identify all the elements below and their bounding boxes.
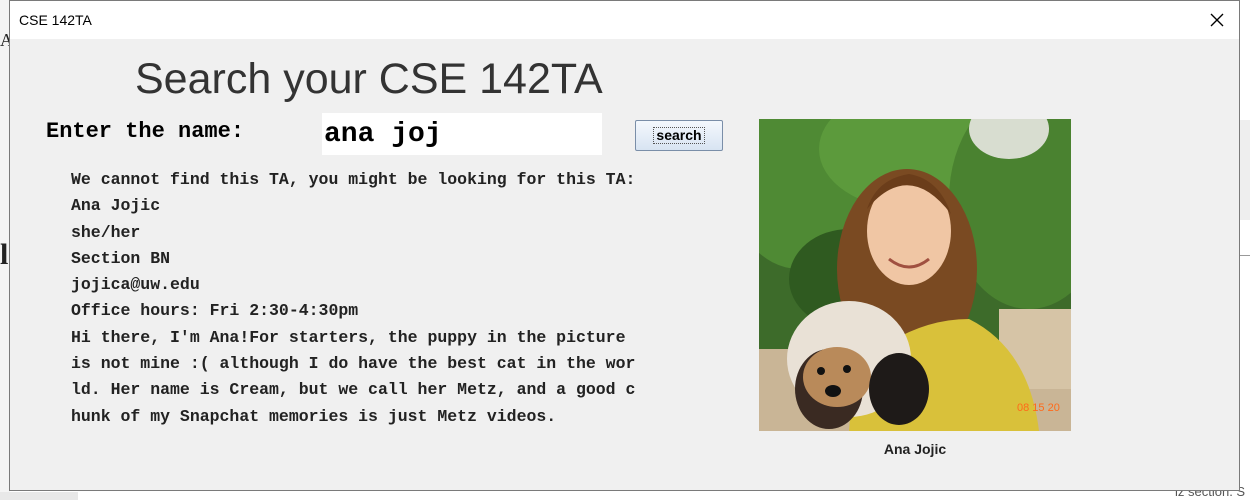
ta-photo-image: 08 15 20 (759, 119, 1071, 431)
search-button-label: search (653, 127, 705, 144)
background-window-right (1240, 0, 1250, 500)
background-taskbar-fragment (0, 492, 78, 500)
result-line: jojica@uw.edu (71, 275, 200, 295)
photo-timestamp: 08 15 20 (1017, 402, 1060, 414)
search-button[interactable]: search (635, 120, 723, 151)
title-bar[interactable]: CSE 142TA (10, 1, 1239, 39)
photo-caption: Ana Jojic (883, 441, 947, 457)
result-line: Ana Jojic (71, 196, 161, 216)
search-result: We cannot find this TA, you might be loo… (71, 167, 711, 430)
name-input[interactable] (322, 113, 602, 155)
result-line: Section BN (71, 248, 171, 268)
window-title: CSE 142TA (19, 12, 92, 28)
result-line: Office hours: Fri 2:30-4:30pm (71, 301, 359, 321)
ta-photo: 08 15 20 (759, 119, 1071, 431)
ta-search-window: CSE 142TA Search your CSE 142TA Enter th… (9, 0, 1240, 491)
result-line: she/her (71, 222, 141, 242)
result-line: is not mine :( although I do have the be… (71, 354, 636, 374)
result-line: ld. Her name is Cream, but we call her M… (71, 380, 636, 400)
background-toolbar-strip (1240, 120, 1250, 220)
close-button[interactable] (1195, 1, 1239, 39)
background-divider (1240, 255, 1250, 256)
page-title: Search your CSE 142TA (135, 55, 603, 103)
name-label: Enter the name: (46, 119, 245, 144)
result-line: We cannot find this TA, you might be loo… (71, 170, 636, 189)
result-line: hunk of my Snapchat memories is just Met… (71, 406, 557, 426)
close-icon (1210, 13, 1224, 27)
result-line: Hi there, I'm Ana!For starters, the pupp… (71, 327, 626, 347)
background-text-fragment: l (0, 238, 9, 271)
